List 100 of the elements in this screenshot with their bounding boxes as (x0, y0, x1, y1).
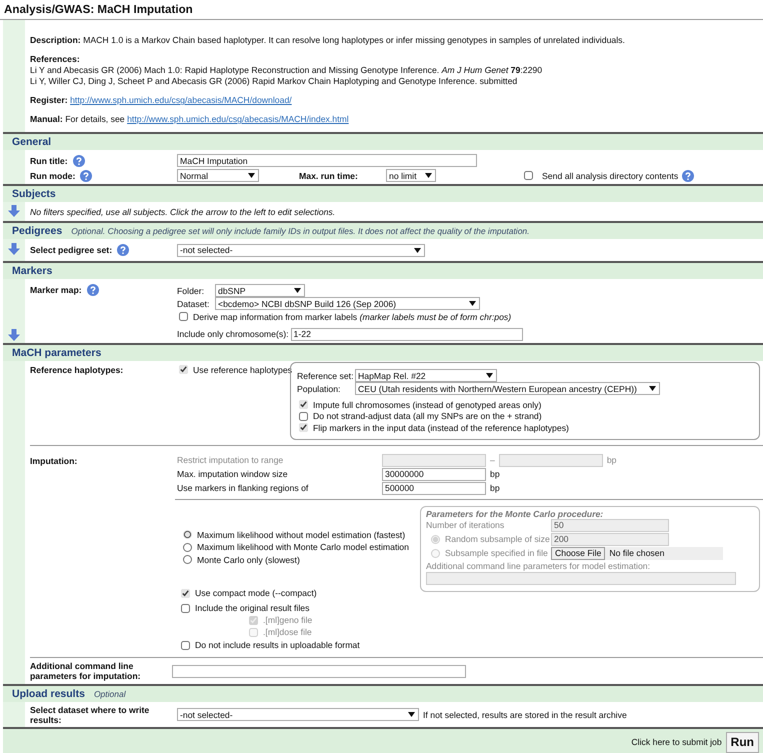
caret-icon (414, 248, 421, 252)
run-mode-label: Run mode: (30, 170, 76, 180)
caret-icon (649, 386, 656, 391)
pedigree-set-select[interactable]: -not selected- (177, 244, 425, 256)
flanking-field[interactable]: 500000 (382, 482, 486, 494)
no-upload-label: Do not include results in uploadable format (195, 640, 360, 650)
reference-set-label: Reference set: (297, 370, 354, 380)
caret-icon (248, 173, 255, 178)
flanking-unit: bp (490, 483, 500, 493)
method-label: Maximum likelihood without model estimation (fastest) (197, 530, 406, 540)
max-run-time-select[interactable]: no limit (386, 169, 436, 182)
help-icon[interactable] (682, 170, 694, 182)
compact-mode-checkbox[interactable] (181, 588, 190, 598)
caret-icon (425, 173, 432, 178)
random-subsample-label: Random subsample of size (445, 534, 550, 544)
caret-icon (408, 712, 415, 717)
window-size-field[interactable]: 30000000 (382, 468, 486, 480)
range-separator: – (490, 455, 495, 465)
result-file-label: .[ml]dose file (263, 627, 312, 637)
upload-dataset-select[interactable]: -not selected- (177, 708, 419, 721)
max-run-time-label: Max. run time: (299, 170, 359, 180)
reference-set-select[interactable]: HapMap Rel. #22 (355, 369, 497, 382)
run-title-field[interactable]: MaCH Imputation (177, 154, 477, 167)
method-radio[interactable] (183, 530, 192, 540)
section-title: Pedigrees (12, 225, 62, 237)
upload-dataset-label: Select dataset where to write results: (30, 704, 150, 724)
manual-label: Manual: (30, 114, 63, 124)
section-title: Upload results (12, 688, 85, 700)
use-reference-label: Use reference haplotypes (193, 364, 292, 374)
section-title: Subjects (12, 188, 56, 200)
section-subtitle: Optional. Choosing a pedigree set will only include family IDs in output files. It does not affect the quality of the imputation. (71, 226, 530, 236)
reference-option-checkbox[interactable] (299, 400, 308, 410)
help-icon[interactable] (117, 244, 130, 256)
chromosomes-field[interactable]: 1-22 (290, 328, 523, 340)
compact-mode-label: Use compact mode (--compact) (195, 588, 317, 598)
imputation-params-label: Additional command line parameters for imputation: (30, 661, 142, 681)
submit-hint: Click here to submit job (631, 737, 722, 747)
model-params-label: Additional command line parameters for model estimation: (426, 560, 652, 570)
flanking-label: Use markers in flanking regions of (177, 483, 310, 493)
reference-option-checkbox[interactable] (299, 423, 308, 432)
help-icon[interactable] (72, 154, 85, 166)
run-title-label: Run title: (30, 156, 68, 166)
help-icon[interactable] (86, 284, 99, 296)
section-title: Markers (12, 265, 52, 277)
method-label: Maximum likelihood with Monte Carlo model estimation (197, 542, 409, 552)
reference-option-checkbox[interactable] (299, 412, 308, 421)
pedigree-set-label: Select pedigree set: (30, 245, 112, 255)
section-title: MaCH parameters (12, 347, 102, 359)
send-all-label: Send all analysis directory contents (542, 170, 678, 180)
imputation-params-field[interactable] (172, 664, 466, 678)
help-icon[interactable] (80, 170, 92, 182)
down-arrow-icon[interactable] (8, 243, 20, 255)
manual-text: For details, see (65, 114, 125, 124)
folder-select[interactable]: dbSNP (215, 284, 305, 297)
reference-haplotypes-label: Reference haplotypes: (30, 365, 124, 375)
send-all-checkbox[interactable] (524, 171, 533, 180)
down-arrow-icon[interactable] (8, 204, 20, 216)
manual-link[interactable]: http://www.sph.umich.edu/csg/abecasis/MACH/index.html (127, 114, 349, 124)
use-reference-checkbox[interactable] (179, 365, 188, 374)
reference-option-label: Impute full chromosomes (instead of genotyped areas only) (313, 400, 542, 410)
range-label: Restrict imputation to range (177, 455, 284, 465)
window-size-unit: bp (490, 469, 500, 479)
monte-carlo-title: Parameters for the Monte Carlo procedure: (426, 508, 604, 518)
method-radio[interactable] (183, 542, 192, 552)
run-button[interactable]: Run (726, 732, 759, 752)
caret-icon (294, 288, 301, 293)
range-unit: bp (606, 455, 617, 465)
file-status: No file chosen (605, 546, 724, 560)
register-link[interactable]: http://www.sph.umich.edu/csg/abecasis/MACH/download/ (70, 95, 292, 105)
population-label: Population: (297, 384, 342, 394)
reference-text: Li Y, Willer CJ, Ding J, Scheet P and Abecasis GR (2006) Rapid Markov Chain Haplotyping and Genotype Inference. submitted (30, 76, 518, 87)
caret-icon (469, 301, 476, 306)
no-upload-checkbox[interactable] (181, 640, 190, 650)
section-subtitle: Optional (94, 689, 126, 699)
dataset-select[interactable]: <bcdemo> NCBI dbSNP Build 126 (Sep 2006) (215, 297, 480, 310)
subsample-file-label: Subsample specified in file (445, 548, 548, 558)
upload-note: If not selected, results are stored in the result archive (423, 710, 627, 720)
references-label: References: (30, 54, 80, 65)
imputation-label: Imputation: (30, 456, 78, 466)
derive-map-checkbox[interactable] (179, 312, 188, 321)
marker-map-label: Marker map: (30, 285, 82, 295)
method-radio[interactable] (183, 555, 192, 564)
iterations-label: Number of iterations (426, 520, 506, 530)
method-label: Monte Carlo only (slowest) (197, 554, 300, 565)
register-label: Register: (30, 95, 68, 105)
reference-text: Li Y and Abecasis GR (2006) Mach 1.0: Rapid Haplotype Reconstruction and Missing Genotype Inference. Am J Hum Genet 79:2290 (30, 65, 542, 76)
population-select[interactable]: CEU (Utah residents with Northern/Western European ancestry (CEPH)) (355, 382, 660, 395)
caret-icon (486, 373, 493, 378)
down-arrow-icon[interactable] (8, 329, 20, 341)
chromosomes-label: Include only chromosome(s): (177, 329, 289, 339)
dataset-label: Dataset: (177, 298, 210, 308)
reference-option-label: Flip markers in the input data (instead of the reference haplotypes) (313, 422, 569, 433)
reference-option-label: Do not strand-adjust data (all my SNPs are on the + strand) (313, 411, 542, 422)
page-title: Analysis/GWAS: MaCH Imputation (0, 0, 763, 20)
include-original-checkbox[interactable] (181, 604, 190, 612)
derive-map-label: Derive map information from marker labels (marker labels must be of form chr:pos) (193, 312, 512, 322)
description-text: Description: MACH 1.0 is a Markov Chain based haplotyper. It can resolve long haplotypes or infer missing genotypes in samples of unrelated individuals. (30, 35, 626, 46)
window-size-label: Max. imputation window size (177, 469, 289, 479)
run-mode-select[interactable]: Normal (177, 169, 259, 182)
result-file-label: .[ml]geno file (263, 615, 312, 625)
